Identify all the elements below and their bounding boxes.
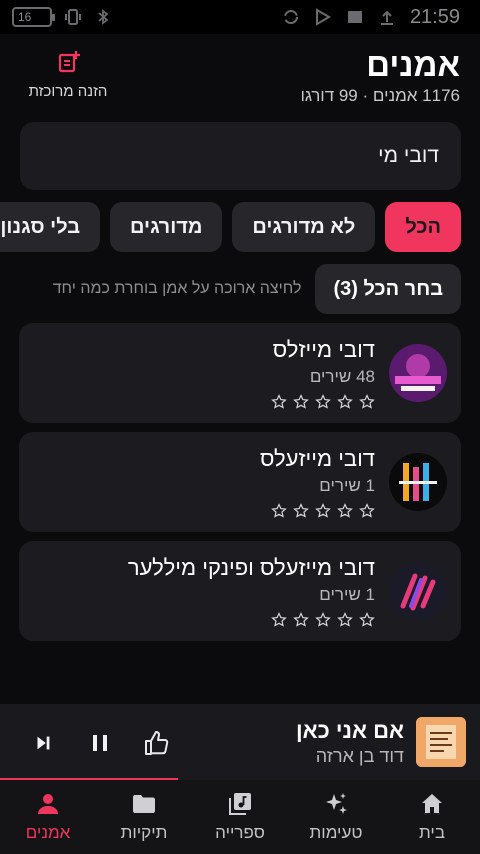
artist-song-count: 1 שירים [319, 476, 375, 495]
person-icon [38, 794, 58, 814]
nav-label: ספרייה [215, 823, 265, 842]
star-icon[interactable] [359, 612, 375, 628]
star-icon[interactable] [271, 394, 287, 410]
home-icon [422, 794, 442, 813]
selection-hint: לחיצה ארוכה על אמן בוחרת כמה יחד [52, 280, 302, 297]
artist-avatar [389, 562, 447, 620]
nav-label: אמנים [25, 823, 71, 842]
artist-card[interactable]: דובי מייזעלס ופינקי מיללער 1 שירים [19, 541, 461, 641]
artist-card[interactable]: דובי מייזעלס 1 שירים [19, 432, 461, 532]
star-icon[interactable] [337, 394, 353, 410]
star-icon[interactable] [337, 612, 353, 628]
pause-button[interactable] [85, 728, 115, 758]
nav-label: טעימות [309, 823, 363, 842]
star-rating[interactable] [271, 503, 375, 519]
nav-samples[interactable]: טעימות [288, 780, 384, 854]
news-icon [347, 11, 362, 23]
filter-chip-all[interactable]: הכל [385, 202, 461, 252]
page-title: אמנים [366, 46, 460, 83]
rated-feed-label: הזנה מרוכזת [28, 83, 108, 100]
page-subtitle: 1176 אמנים · 99 דורגו [300, 86, 460, 105]
pause-icon [93, 735, 107, 751]
nav-artists[interactable]: אמנים [0, 780, 96, 854]
skip-next-icon [37, 736, 50, 750]
upload-icon [380, 10, 393, 25]
nav-label: בית [419, 823, 445, 842]
star-icon[interactable] [293, 612, 309, 628]
artist-card[interactable]: דובי מייזלס 48 שירים [19, 323, 461, 423]
artist-song-count: 1 שירים [319, 585, 375, 604]
star-icon[interactable] [293, 503, 309, 519]
vibrate-icon [65, 9, 81, 25]
sync-icon [283, 10, 298, 24]
star-icon[interactable] [271, 612, 287, 628]
battery-level: 16 [18, 10, 32, 24]
select-all-button[interactable]: בחר הכל (3) [315, 264, 461, 314]
star-icon[interactable] [271, 503, 287, 519]
sparkle-icon [326, 793, 347, 814]
filter-chips: הכל לא מדורגים מדורגים בלי סגנון [0, 202, 461, 252]
nav-home[interactable]: בית [384, 780, 480, 854]
star-icon[interactable] [315, 503, 331, 519]
artist-name: דובי מייזעלס ופינקי מיללער [127, 555, 375, 580]
star-icon[interactable] [315, 394, 331, 410]
like-button[interactable] [142, 728, 172, 758]
nav-library[interactable]: ספרייה [192, 780, 288, 854]
artist-name: דובי מייזלס [272, 337, 375, 362]
artist-list: דובי מייזלס 48 שירים דובי מייזעלס 1 שירי… [19, 323, 461, 650]
star-icon[interactable] [293, 394, 309, 410]
playlist-add-icon [58, 51, 80, 73]
search-input[interactable]: דובי מי [20, 122, 461, 190]
album-art [416, 717, 466, 767]
bluetooth-icon [98, 9, 109, 25]
thumbs-up-icon [145, 731, 169, 755]
rated-feed-button[interactable]: הזנה מרוכזת [24, 50, 112, 100]
star-icon[interactable] [359, 394, 375, 410]
artist-name: דובי מייזעלס [260, 446, 375, 471]
bottom-nav: בית טעימות ספרייה תיקיות אמנים [0, 780, 480, 854]
filter-chip-unrated[interactable]: לא מדורגים [232, 202, 376, 252]
star-icon[interactable] [315, 612, 331, 628]
star-icon[interactable] [337, 503, 353, 519]
star-icon[interactable] [359, 503, 375, 519]
play-store-icon [315, 8, 331, 26]
next-button[interactable] [28, 728, 58, 758]
clock: 21:59 [409, 5, 460, 28]
library-icon [229, 793, 251, 815]
battery-icon: 16 [12, 7, 55, 27]
nav-label: תיקיות [120, 823, 168, 842]
star-rating[interactable] [271, 394, 375, 410]
search-value: דובי מי [378, 144, 439, 167]
now-playing-title: אם אני כאן [295, 718, 404, 743]
filter-chip-rated[interactable]: מדורגים [110, 202, 223, 252]
nav-folders[interactable]: תיקיות [96, 780, 192, 854]
selection-row: בחר הכל (3) לחיצה ארוכה על אמן בוחרת כמה… [53, 264, 461, 314]
now-playing-artist: דוד בן ארזה [315, 746, 404, 766]
star-rating[interactable] [271, 612, 375, 628]
folder-icon [133, 795, 155, 813]
page-header: אמנים 1176 אמנים · 99 דורגו הזנה מרוכזת [0, 34, 480, 120]
artist-song-count: 48 שירים [309, 367, 375, 386]
filter-chip-no-genre[interactable]: בלי סגנון [0, 202, 101, 252]
status-bar: 16 21:59 [0, 0, 480, 34]
artist-avatar [389, 344, 447, 402]
now-playing-bar[interactable]: אם אני כאן דוד בן ארזה [0, 704, 480, 780]
artist-avatar [389, 453, 447, 511]
